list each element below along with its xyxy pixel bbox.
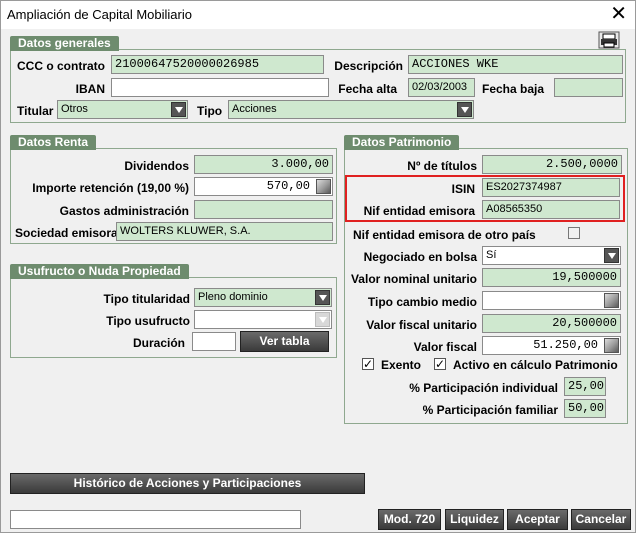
dialog-window: Ampliación de Capital Mobiliario ✕ Datos… xyxy=(0,0,636,533)
sociedad-field[interactable]: WOLTERS KLUWER, S.A. xyxy=(116,222,333,241)
exento-label: Exento xyxy=(381,358,422,372)
iban-label: IBAN xyxy=(75,82,105,96)
descripcion-field[interactable]: ACCIONES WKE xyxy=(408,55,623,74)
calculator-icon[interactable] xyxy=(604,293,619,308)
valor-nominal-label: Valor nominal unitario xyxy=(350,272,477,286)
chevron-down-icon[interactable] xyxy=(171,102,186,117)
printer-icon[interactable] xyxy=(598,31,620,49)
titular-label: Titular xyxy=(17,104,54,118)
tipo-titularidad-label: Tipo titularidad xyxy=(103,292,190,306)
isin-label: ISIN xyxy=(451,182,475,196)
part-familiar-field[interactable]: 50,00 xyxy=(564,399,606,418)
chevron-down-icon[interactable] xyxy=(457,102,472,117)
nif-field[interactable]: A08565350 xyxy=(482,200,620,219)
part-individual-label: % Participación individual xyxy=(409,381,558,395)
valor-fiscal-field[interactable]: 51.250,00 xyxy=(482,336,621,355)
tipo-titularidad-select[interactable]: Pleno dominio xyxy=(194,288,332,307)
group-title-usufructo: Usufructo o Nuda Propiedad xyxy=(10,264,189,279)
negociado-select[interactable]: Sí xyxy=(482,246,621,265)
tipo-cambio-field[interactable] xyxy=(482,291,621,310)
dividendos-label: Dividendos xyxy=(124,159,189,173)
cancelar-button[interactable]: Cancelar xyxy=(571,509,631,530)
calculator-icon[interactable] xyxy=(316,179,331,194)
negociado-value: Sí xyxy=(486,249,497,261)
nif-otro-label: Nif entidad emisora de otro país xyxy=(353,228,536,242)
retencion-label: Importe retención (19,00 %) xyxy=(32,181,189,195)
titular-value: Otros xyxy=(61,103,88,115)
gastos-field[interactable] xyxy=(194,200,333,219)
historico-button[interactable]: Histórico de Acciones y Participaciones xyxy=(10,473,365,494)
valor-fiscal-value: 51.250,00 xyxy=(533,338,598,352)
activo-label: Activo en cálculo Patrimonio xyxy=(453,358,618,372)
valor-fiscal-label: Valor fiscal xyxy=(413,340,477,354)
calculator-icon[interactable] xyxy=(604,338,619,353)
valor-nominal-field[interactable]: 19,500000 xyxy=(482,268,621,287)
ccc-label: CCC o contrato xyxy=(17,59,105,73)
nif-label: Nif entidad emisora xyxy=(363,204,475,218)
valor-fiscal-unit-field[interactable]: 20,500000 xyxy=(482,314,621,333)
tipo-usufructo-label: Tipo usufructo xyxy=(106,314,190,328)
status-field xyxy=(10,510,301,529)
fecha-alta-field[interactable]: 02/03/2003 xyxy=(408,78,475,97)
iban-field[interactable] xyxy=(111,78,329,97)
aceptar-button[interactable]: Aceptar xyxy=(507,509,568,530)
valor-fiscal-unit-label: Valor fiscal unitario xyxy=(366,318,477,332)
group-title-generales: Datos generales xyxy=(10,36,119,51)
dividendos-field[interactable]: 3.000,00 xyxy=(194,155,333,174)
chevron-down-icon[interactable] xyxy=(315,290,330,305)
fecha-alta-label: Fecha alta xyxy=(338,82,397,96)
fecha-baja-field[interactable] xyxy=(554,78,623,97)
num-titulos-field[interactable]: 2.500,0000 xyxy=(482,155,622,174)
tipo-cambio-label: Tipo cambio medio xyxy=(367,295,477,309)
liquidez-button[interactable]: Liquidez xyxy=(445,509,504,530)
part-familiar-label: % Participación familiar xyxy=(422,403,558,417)
tipo-label: Tipo xyxy=(197,104,223,118)
part-individual-field[interactable]: 25,00 xyxy=(564,377,606,396)
group-title-patrimonio: Datos Patrimonio xyxy=(344,135,460,150)
retencion-field[interactable]: 570,00 xyxy=(194,177,333,196)
sociedad-label: Sociedad emisora xyxy=(15,226,118,240)
tipo-value: Acciones xyxy=(232,103,277,115)
exento-checkbox[interactable]: ✓ xyxy=(362,358,374,370)
group-title-renta: Datos Renta xyxy=(10,135,97,150)
duracion-field[interactable] xyxy=(192,332,236,351)
window-title: Ampliación de Capital Mobiliario xyxy=(7,7,192,22)
tipo-select[interactable]: Acciones xyxy=(228,100,474,119)
title-bar: Ampliación de Capital Mobiliario ✕ xyxy=(1,1,635,29)
ccc-field[interactable]: 21000647520000026985 xyxy=(111,55,324,74)
isin-field[interactable]: ES2027374987 xyxy=(482,178,620,197)
num-titulos-label: Nº de títulos xyxy=(407,159,477,173)
descripcion-label: Descripción xyxy=(334,59,403,73)
mod-720-button[interactable]: Mod. 720 xyxy=(378,509,441,530)
duracion-label: Duración xyxy=(132,336,185,350)
nif-otro-checkbox[interactable] xyxy=(568,227,580,239)
chevron-down-icon[interactable] xyxy=(604,248,619,263)
tipo-usufructo-select[interactable] xyxy=(194,310,332,329)
tipo-titularidad-value: Pleno dominio xyxy=(198,291,268,303)
retencion-value: 570,00 xyxy=(266,179,310,193)
activo-checkbox[interactable]: ✓ xyxy=(434,358,446,370)
gastos-label: Gastos administración xyxy=(59,204,189,218)
negociado-label: Negociado en bolsa xyxy=(363,250,477,264)
ver-tabla-button[interactable]: Ver tabla xyxy=(240,331,329,352)
close-icon[interactable]: ✕ xyxy=(610,3,627,25)
titular-select[interactable]: Otros xyxy=(57,100,188,119)
chevron-down-icon[interactable] xyxy=(315,312,330,327)
fecha-baja-label: Fecha baja xyxy=(482,82,545,96)
